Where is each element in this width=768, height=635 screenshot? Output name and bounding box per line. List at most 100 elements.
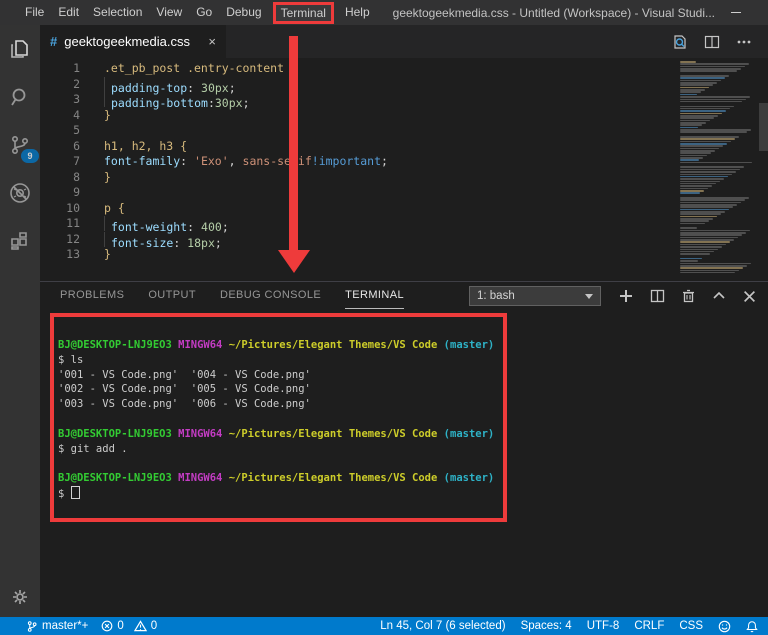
- line-number: 13: [40, 247, 104, 263]
- minimap-line: [680, 253, 710, 255]
- tab-geektogeekmedia-css[interactable]: # geektogeekmedia.css ×: [40, 25, 226, 58]
- code-token: :: [180, 154, 194, 168]
- close-panel-icon[interactable]: [743, 290, 756, 303]
- terminal-select[interactable]: 1: bash: [469, 286, 601, 306]
- problems-status[interactable]: 0 0: [101, 620, 157, 632]
- code-token: h1, h2, h3: [104, 139, 180, 153]
- code-line: 7font-family: 'Exo', sans-serif!importan…: [40, 154, 768, 170]
- settings-gear-icon[interactable]: [0, 587, 40, 607]
- menu-terminal[interactable]: Terminal: [273, 2, 334, 24]
- code-text: }: [104, 247, 111, 263]
- annotation-arrow-shaft: [289, 36, 298, 251]
- code-line: 5: [40, 123, 768, 139]
- minimap-line: [680, 82, 717, 84]
- git-branch-status[interactable]: master*+: [26, 620, 88, 633]
- menu-edit[interactable]: Edit: [51, 0, 86, 25]
- feedback-smiley-icon[interactable]: [718, 620, 731, 633]
- minimap-line: [680, 190, 704, 192]
- minimap-line: [680, 202, 741, 204]
- menu-go[interactable]: Go: [189, 0, 219, 25]
- minimap-line: [680, 244, 726, 246]
- minimap-line: [680, 178, 724, 180]
- minimap-line: [680, 63, 749, 65]
- annotation-arrow-head: [278, 250, 310, 273]
- code-line: 11font-weight: 400;: [40, 216, 768, 232]
- code-token: 'Exo': [194, 154, 229, 168]
- minimap-line: [680, 251, 714, 253]
- code-line: 12font-size: 18px;: [40, 232, 768, 248]
- minimap-line: [680, 148, 719, 150]
- menu-help[interactable]: Help: [338, 0, 377, 25]
- minimap-line: [680, 237, 738, 239]
- minimap-line: [680, 270, 739, 272]
- error-icon: [101, 620, 113, 632]
- maximize-button[interactable]: [757, 0, 768, 25]
- minimap-line: [680, 272, 735, 273]
- new-terminal-icon[interactable]: [619, 289, 633, 303]
- minimap-line: [680, 106, 734, 108]
- status-utf-8[interactable]: UTF-8: [587, 620, 620, 632]
- status-ln[interactable]: Ln 45, Col 7 (6 selected): [380, 620, 505, 632]
- line-number: 3: [40, 92, 104, 108]
- extensions-icon[interactable]: [8, 229, 32, 253]
- minimap-line: [680, 138, 735, 140]
- minimap[interactable]: [680, 61, 756, 273]
- code-token: padding-bottom: [111, 96, 208, 110]
- code-token: ;: [243, 96, 250, 110]
- tab-close-icon[interactable]: ×: [208, 34, 216, 49]
- more-actions-icon[interactable]: [736, 34, 752, 50]
- menu-view[interactable]: View: [149, 0, 189, 25]
- menu-selection[interactable]: Selection: [86, 0, 149, 25]
- search-icon[interactable]: [8, 85, 32, 109]
- minimap-line: [680, 227, 697, 229]
- line-number: 4: [40, 108, 104, 124]
- status-css[interactable]: CSS: [679, 620, 703, 632]
- code-token: 18px: [187, 236, 215, 250]
- editor-scrollbar[interactable]: [759, 103, 768, 151]
- minimize-button[interactable]: [715, 0, 757, 25]
- minimap-line: [680, 166, 744, 168]
- code-token: {: [180, 139, 187, 153]
- maximize-panel-icon[interactable]: [712, 289, 726, 303]
- minimap-line: [680, 267, 743, 269]
- explorer-icon[interactable]: [8, 37, 32, 61]
- minimap-line: [680, 176, 728, 178]
- debug-icon[interactable]: [8, 181, 32, 205]
- panel-tab-debug-console[interactable]: DEBUG CONSOLE: [220, 283, 321, 309]
- status-crlf[interactable]: CRLF: [634, 620, 664, 632]
- minimap-line: [680, 234, 742, 236]
- panel-tab-terminal[interactable]: TERMINAL: [345, 283, 404, 309]
- minimap-line: [680, 136, 739, 138]
- panel-tab-problems[interactable]: PROBLEMS: [60, 283, 124, 309]
- split-editor-icon[interactable]: [704, 34, 720, 50]
- error-count: 0: [117, 620, 123, 632]
- source-control-icon[interactable]: 9: [8, 133, 32, 157]
- minimap-line: [680, 145, 723, 147]
- line-number: 9: [40, 185, 104, 201]
- menu-bar: FileEditSelectionViewGoDebugTerminalHelp: [18, 0, 377, 25]
- split-terminal-icon[interactable]: [650, 289, 665, 303]
- minimap-line: [680, 185, 712, 187]
- status-spaces[interactable]: Spaces: 4: [521, 620, 572, 632]
- kill-terminal-icon[interactable]: [682, 289, 695, 303]
- notifications-bell-icon[interactable]: [746, 620, 758, 633]
- minimap-line: [680, 141, 731, 143]
- editor-actions: [672, 25, 768, 58]
- scm-badge: 9: [21, 149, 39, 163]
- minimap-line: [680, 66, 745, 68]
- code-token: ;: [222, 220, 229, 234]
- minimap-line: [680, 115, 718, 117]
- indent-guide: [104, 216, 111, 231]
- minimap-line: [680, 157, 703, 159]
- menu-file[interactable]: File: [18, 0, 51, 25]
- code-editor[interactable]: 1.et_pb_post .entry-content {2padding-to…: [40, 58, 768, 281]
- menu-debug[interactable]: Debug: [219, 0, 268, 25]
- code-token: {: [118, 201, 125, 215]
- open-preview-icon[interactable]: [672, 34, 688, 50]
- minimap-line: [680, 211, 725, 213]
- minimap-line: [680, 150, 715, 152]
- minimap-line: [680, 239, 734, 241]
- panel-tab-output[interactable]: OUTPUT: [148, 283, 196, 309]
- minimap-line: [680, 129, 751, 131]
- minimap-line: [680, 89, 705, 91]
